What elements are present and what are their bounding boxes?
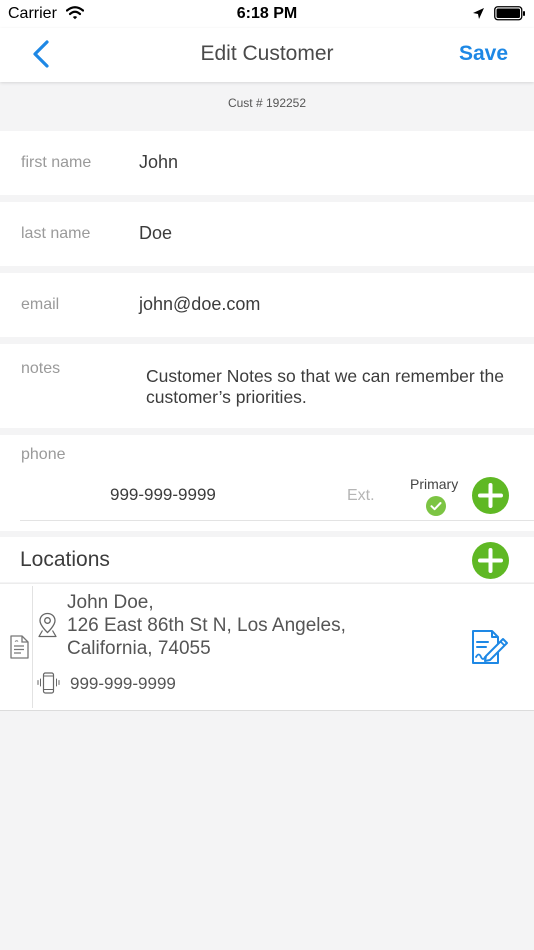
save-button[interactable]: Save bbox=[459, 42, 508, 66]
page-title: Edit Customer bbox=[200, 42, 334, 65]
status-time: 6:18 PM bbox=[236, 5, 298, 22]
phone-input[interactable]: 999-999-9999 bbox=[110, 485, 216, 505]
add-location-button[interactable] bbox=[472, 542, 509, 584]
last-name-label: last name bbox=[21, 225, 91, 242]
location-address: John Doe, 126 East 86th St N, Los Angele… bbox=[67, 591, 346, 660]
address-line: John Doe, bbox=[67, 592, 154, 613]
first-name-row: first name John bbox=[0, 131, 534, 195]
phone-row: phone 999-999-9999 Ext. Primary bbox=[0, 435, 534, 531]
email-input[interactable]: john@doe.com bbox=[139, 294, 260, 315]
email-label: email bbox=[21, 296, 60, 313]
address-line: 126 East 86th St N, Los Angeles, bbox=[67, 615, 346, 636]
mobile-phone-icon bbox=[37, 672, 60, 700]
notes-row: notes Customer Notes so that we can reme… bbox=[0, 344, 534, 428]
map-pin-icon bbox=[38, 612, 57, 643]
status-bar: Carrier 6:18 PM bbox=[0, 0, 534, 28]
plus-circle-icon bbox=[472, 542, 509, 579]
document-icon bbox=[10, 635, 29, 664]
navigation-bar: Edit Customer Save bbox=[0, 28, 534, 82]
battery-icon bbox=[494, 6, 526, 26]
customer-number: Cust # 192252 bbox=[227, 96, 307, 110]
location-phone: 999-999-9999 bbox=[70, 674, 176, 693]
phone-label: phone bbox=[21, 446, 66, 463]
notes-textarea[interactable]: Customer Notes so that we can remember t… bbox=[146, 366, 521, 408]
location-card[interactable]: John Doe, 126 East 86th St N, Los Angele… bbox=[0, 583, 534, 711]
primary-label: Primary bbox=[410, 476, 459, 492]
last-name-row: last name Doe bbox=[0, 202, 534, 266]
notes-label: notes bbox=[21, 360, 61, 377]
phone-ext-input[interactable]: Ext. bbox=[347, 487, 375, 505]
email-row: email john@doe.com bbox=[0, 273, 534, 337]
divider bbox=[20, 520, 534, 521]
locations-header: Locations bbox=[0, 537, 534, 582]
first-name-label: first name bbox=[21, 154, 92, 171]
first-name-input[interactable]: John bbox=[139, 152, 178, 173]
divider bbox=[32, 586, 33, 708]
add-phone-button[interactable] bbox=[472, 477, 509, 519]
plus-circle-icon bbox=[472, 477, 509, 514]
location-arrow-icon bbox=[472, 7, 485, 25]
edit-location-button[interactable] bbox=[470, 627, 510, 672]
locations-title: Locations bbox=[20, 548, 110, 571]
primary-check-icon[interactable] bbox=[426, 496, 446, 521]
edit-document-icon bbox=[472, 630, 508, 664]
last-name-input[interactable]: Doe bbox=[139, 223, 172, 244]
address-line: California, 74055 bbox=[67, 638, 211, 659]
